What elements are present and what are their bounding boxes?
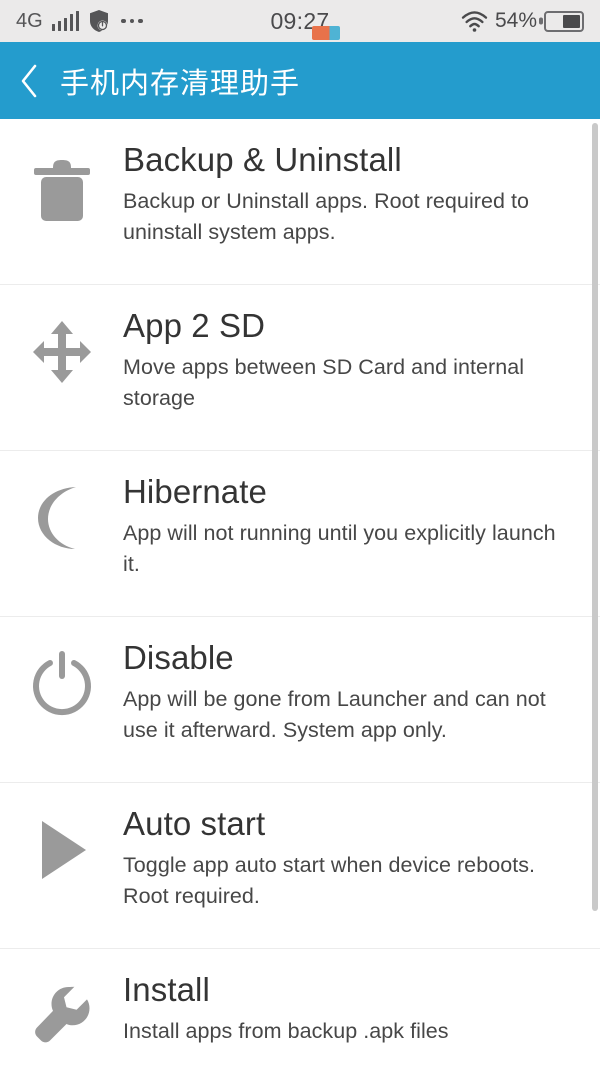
status-bar-right: 54% [461,9,584,33]
list-item-description: App will not running until you explicitl… [123,520,556,577]
list-item-description: Toggle app auto start when device reboot… [123,852,536,909]
clock-badge-icon [311,25,340,40]
signal-bars-icon [51,11,80,31]
list-item-body: Hibernate App will not running until you… [123,473,574,580]
move-arrows-icon [0,307,123,385]
list-item-description: Install apps from backup .apk files [123,1018,449,1043]
list-item-body: Auto start Toggle app auto start when de… [123,805,574,912]
list-item-description: Move apps between SD Card and internal s… [123,354,525,411]
moon-icon [0,473,123,551]
list-item-body: Disable App will be gone from Launcher a… [123,639,574,746]
chevron-left-icon [19,64,39,98]
play-triangle-icon [0,805,123,883]
battery-percent-label: 54% [494,9,537,32]
list-item-body: Backup & Uninstall Backup or Uninstall a… [123,141,574,248]
shield-security-icon [88,9,110,33]
list-item-title: Hibernate [123,473,267,510]
app-root: 4G 09:27 54% 手机内存清理助手 Backup & Uninstall… [0,0,600,1067]
page-title: 手机内存清理助手 [60,65,301,100]
battery-icon [544,10,584,32]
feature-list: Backup & Uninstall Backup or Uninstall a… [0,119,600,1067]
status-bar-left: 4G [16,9,143,33]
list-item-body: Install Install apps from backup .apk fi… [123,971,574,1047]
list-item-title: App 2 SD [123,307,266,344]
list-item-auto-start[interactable]: Auto start Toggle app auto start when de… [0,783,600,949]
scrollbar-thumb[interactable] [592,123,598,911]
app-header: 手机内存清理助手 [0,42,600,119]
list-item-title: Backup & Uninstall [123,141,402,178]
network-type-label: 4G [16,9,43,32]
list-item-description: App will be gone from Launcher and can n… [123,686,546,743]
more-dots-icon [121,18,143,24]
wifi-icon [461,10,488,32]
list-item-title: Auto start [123,805,266,842]
status-clock: 09:27 [270,7,330,34]
list-item-hibernate[interactable]: Hibernate App will not running until you… [0,451,600,617]
back-button[interactable] [12,59,46,103]
wrench-icon [0,971,123,1049]
list-item-title: Disable [123,639,234,676]
list-item-app-2-sd[interactable]: App 2 SD Move apps between SD Card and i… [0,285,600,451]
trash-icon [0,141,123,223]
list-item-body: App 2 SD Move apps between SD Card and i… [123,307,574,414]
status-bar: 4G 09:27 54% [0,0,600,42]
battery-fill [562,14,580,28]
list-item-disable[interactable]: Disable App will be gone from Launcher a… [0,617,600,783]
clock-wrapper: 09:27 [270,7,340,40]
power-icon [0,639,123,717]
list-item-title: Install [123,971,210,1008]
list-item-description: Backup or Uninstall apps. Root required … [123,188,530,245]
list-item-install[interactable]: Install Install apps from backup .apk fi… [0,949,600,1067]
list-item-backup-uninstall[interactable]: Backup & Uninstall Backup or Uninstall a… [0,119,600,285]
